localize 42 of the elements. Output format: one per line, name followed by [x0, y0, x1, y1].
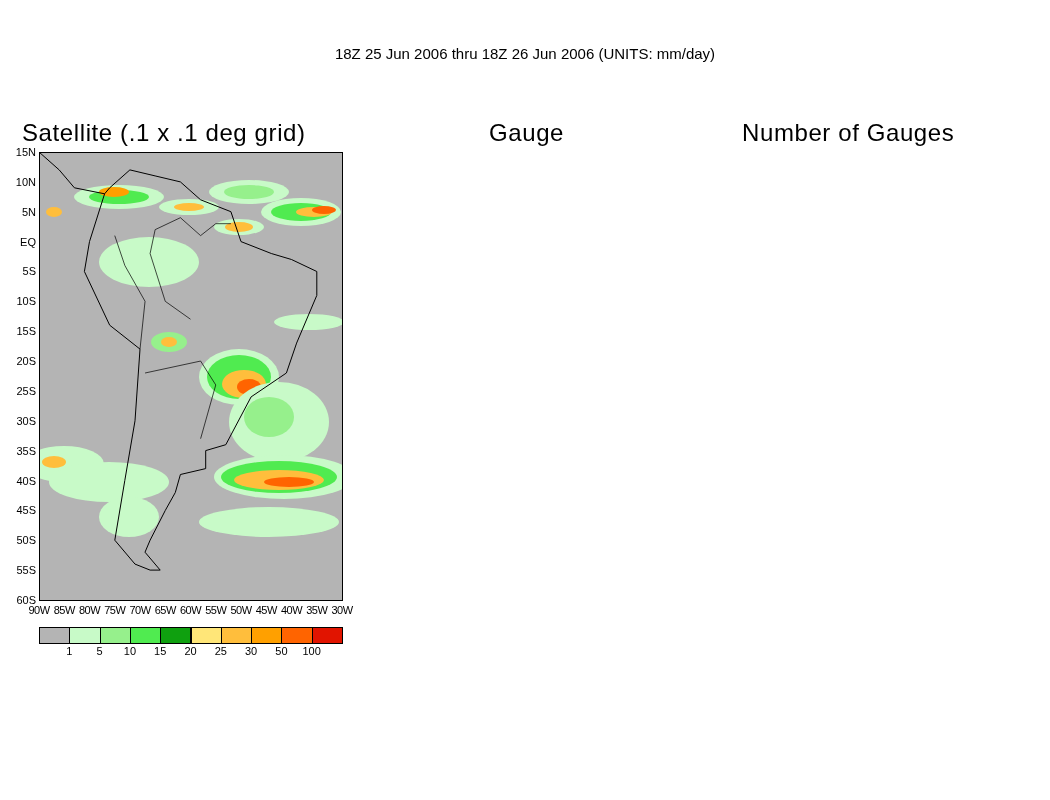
latitude-label: 35S: [15, 444, 36, 457]
panel-title: Number of Gauges: [742, 118, 955, 148]
latitude-label: 15S: [15, 325, 36, 338]
longitude-label: 45W: [254, 604, 279, 616]
latitude-label: 55S: [15, 564, 36, 577]
latitude-label: 60S: [15, 594, 36, 607]
latitude-label: EQ: [19, 235, 36, 248]
colorbar-label: 15: [153, 645, 168, 657]
colorbar-label: 100: [301, 645, 322, 657]
longitude-label: 75W: [103, 604, 127, 616]
latitude-label: 25S: [15, 384, 36, 397]
colorbar-label: 20: [183, 645, 198, 657]
longitude-label: 55W: [204, 604, 228, 616]
latitude-label: 30S: [15, 414, 36, 427]
colorbar-label: 10: [122, 645, 137, 657]
latitude-label: 10N: [14, 175, 36, 188]
colorbar-label: 5: [95, 645, 104, 657]
longitude-label: 80W: [78, 604, 102, 616]
panel-title: Gauge: [489, 118, 565, 148]
longitude-label: 65W: [153, 604, 178, 616]
longitude-label: 30W: [330, 604, 354, 616]
latitude-label: 10S: [15, 295, 36, 308]
longitude-label: 85W: [52, 604, 77, 616]
longitude-label: 70W: [128, 604, 152, 616]
latitude-label: 40S: [15, 474, 36, 487]
panel-title: Satellite (.1 x .1 deg grid): [22, 118, 306, 148]
colorbar-label: 50: [274, 645, 289, 657]
latitude-label: 15N: [14, 146, 36, 158]
latitude-label: 45S: [15, 504, 36, 517]
colorbar-label: 30: [243, 645, 259, 657]
longitude-label: 50W: [229, 604, 253, 616]
longitude-label: 40W: [280, 604, 304, 616]
longitude-label: 35W: [305, 604, 329, 616]
plot-title: 18Z 25 Jun 2006 thru 18Z 26 Jun 2006 (UNITS: mm/day): [334, 44, 716, 64]
colorbar-label: 1: [65, 645, 74, 657]
longitude-label: 60W: [179, 604, 203, 616]
longitude-label: 90W: [27, 604, 51, 616]
colorbar-label: 25: [213, 645, 228, 657]
latitude-label: 20S: [15, 355, 36, 368]
latitude-label: 5S: [21, 265, 36, 278]
latitude-label: 5N: [20, 205, 36, 218]
latitude-label: 50S: [15, 534, 36, 547]
